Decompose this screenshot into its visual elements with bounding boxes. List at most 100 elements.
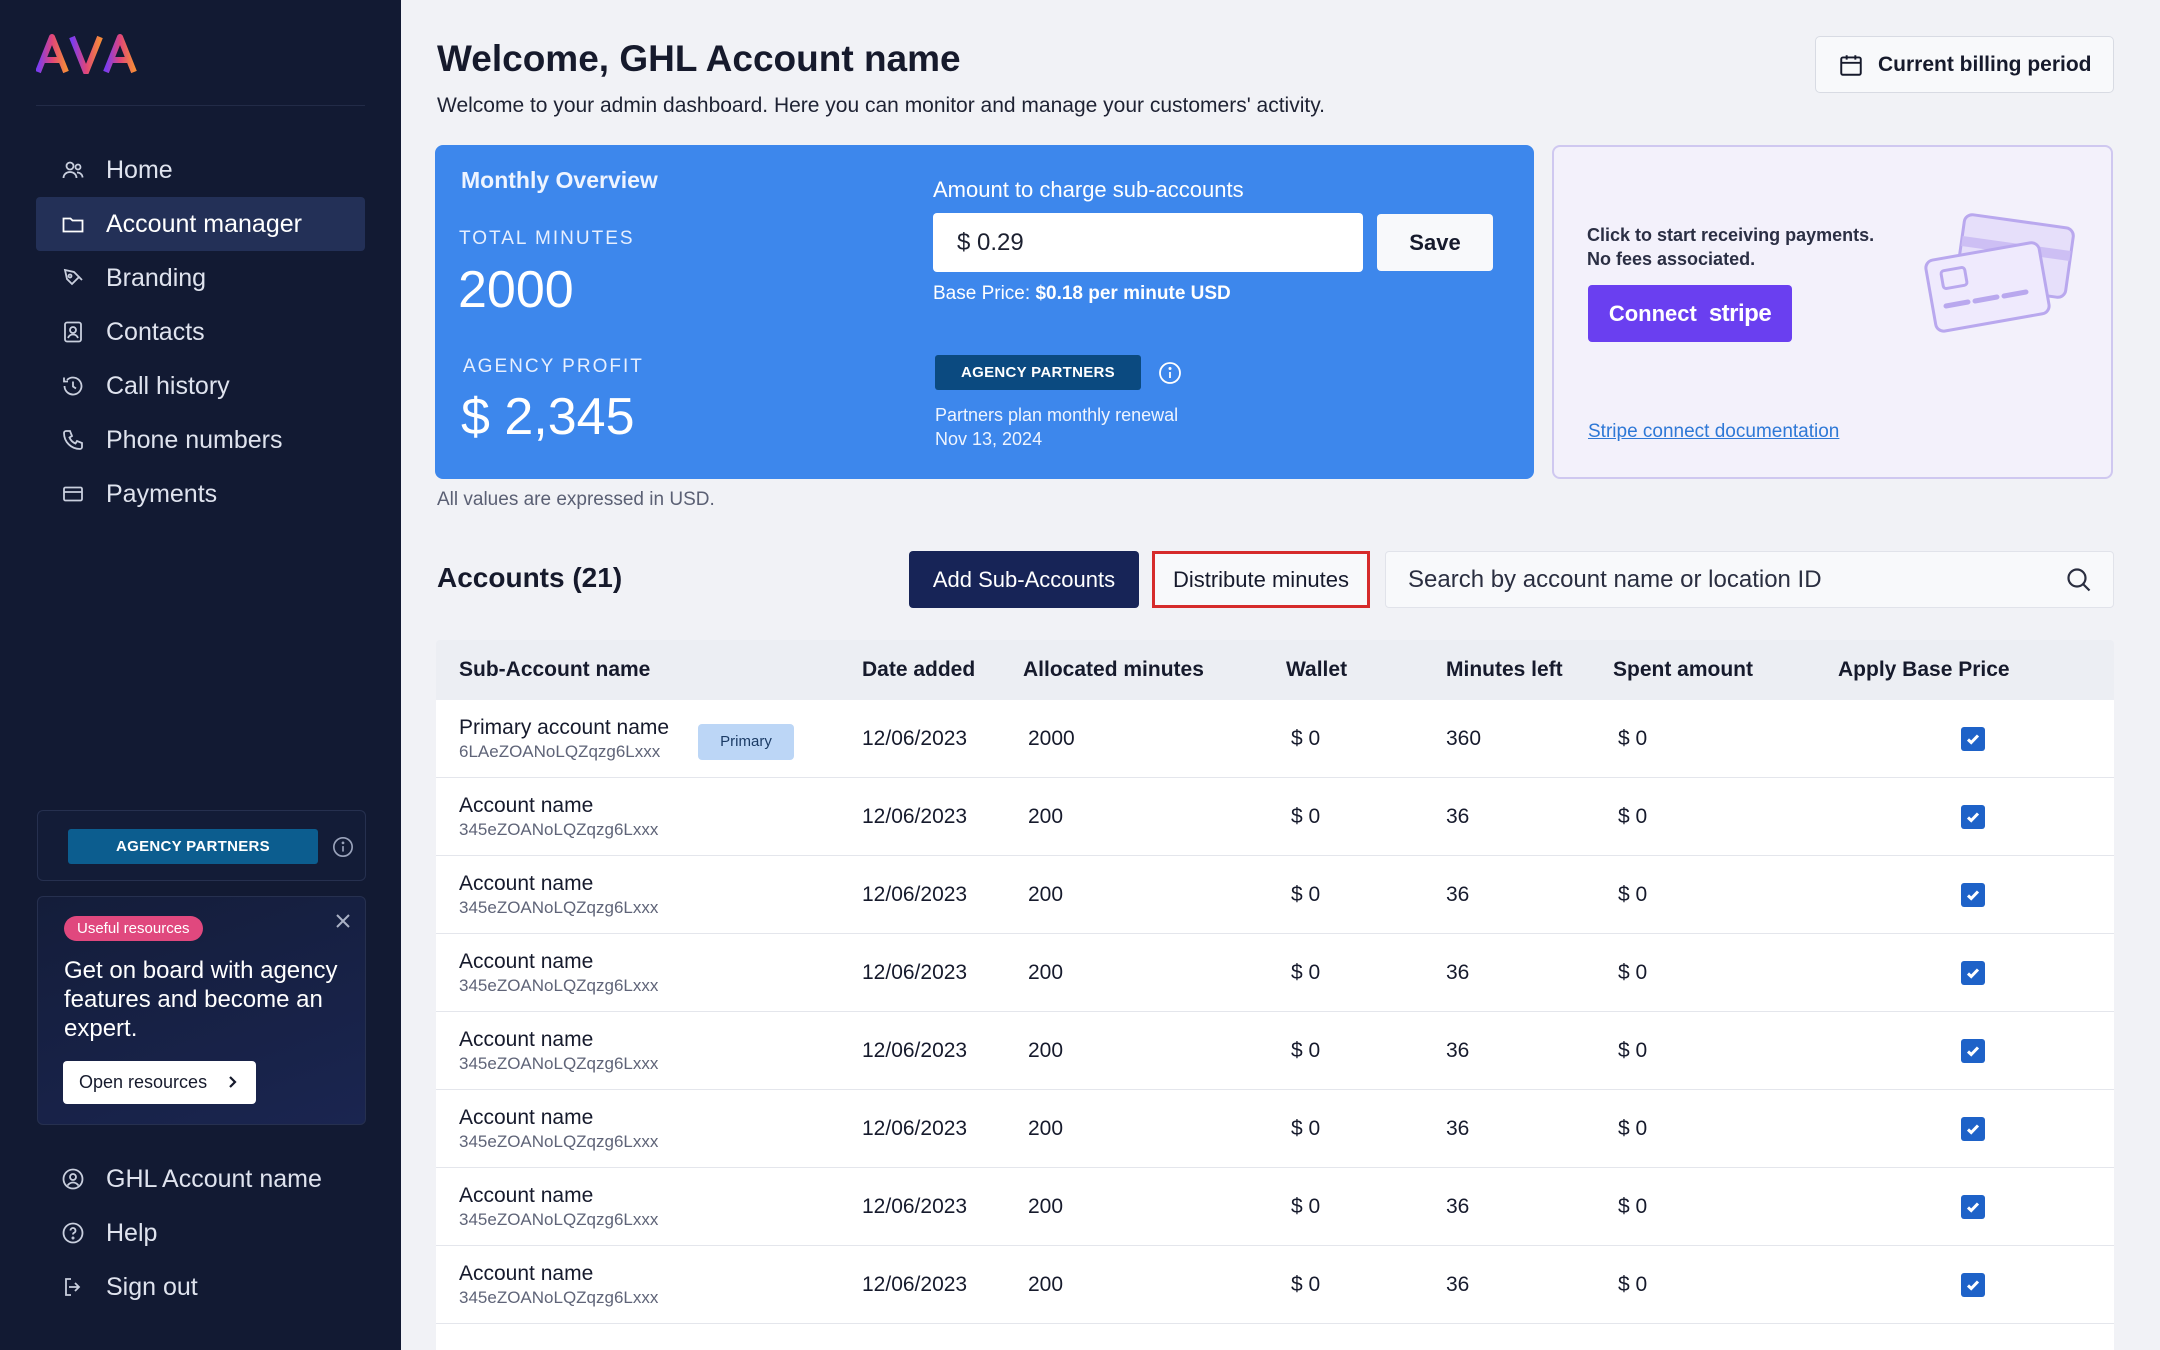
apply-base-price-checkbox[interactable] — [1961, 1272, 1985, 1297]
apply-base-price-checkbox[interactable] — [1961, 1116, 1985, 1141]
location-id: 6LAeZOANoLQZqzg6Lxxx — [459, 741, 661, 761]
allocated-minutes: 200 — [1028, 882, 1064, 906]
base-price-value: $0.18 per minute USD — [1035, 283, 1231, 304]
sub-account-cell: Account name 345eZOANoLQZqzg6Lxxx — [436, 950, 862, 996]
info-icon[interactable] — [332, 836, 354, 858]
sub-account-cell: Account name 345eZOANoLQZqzg6Lxxx — [436, 872, 862, 918]
apply-base-price-checkbox[interactable] — [1961, 1194, 1985, 1219]
account-name[interactable]: Primary account name — [459, 716, 862, 740]
apply-base-price-cell — [1838, 1038, 2108, 1063]
credit-cards-illustration — [1924, 213, 2075, 333]
connect-stripe-button[interactable]: Connect stripe — [1588, 285, 1792, 342]
column-header[interactable]: Minutes left — [1446, 658, 1613, 682]
location-id: 345eZOANoLQZqzg6Lxxx — [459, 1053, 659, 1073]
nav-label: Payments — [106, 479, 218, 508]
account-search — [1385, 551, 2114, 608]
allocated-minutes: 200 — [1028, 804, 1064, 828]
nav-label: Account manager — [106, 209, 302, 238]
spent-amount: $ 0 — [1618, 1038, 1648, 1062]
monthly-overview-card: Monthly Overview TOTAL MINUTES 2000 AGEN… — [435, 145, 1534, 479]
apply-base-price-checkbox[interactable] — [1961, 960, 1985, 985]
apply-base-price-checkbox[interactable] — [1961, 804, 1985, 829]
column-header[interactable]: Spent amount — [1613, 658, 1838, 682]
apply-base-price-checkbox[interactable] — [1961, 726, 1985, 751]
apply-base-price-checkbox[interactable] — [1961, 1038, 1985, 1063]
date-added: 12/06/2023 — [862, 726, 968, 750]
renewal-info: Partners plan monthly renewal Nov 13, 20… — [935, 403, 1178, 451]
column-header[interactable]: Apply Base Price — [1838, 658, 2108, 682]
table-row[interactable]: Account name 345eZOANoLQZqzg6Lxxx 12/06/20… — [436, 1168, 2114, 1246]
date-added: 12/06/2023 — [862, 882, 968, 906]
account-name[interactable]: Account name — [459, 872, 862, 896]
table-row[interactable]: Account name 345eZOANoLQZqzg6Lxxx 12/06/20… — [436, 1246, 2114, 1324]
nav-item-home[interactable]: Home — [36, 143, 365, 197]
add-sub-accounts-button[interactable]: Add Sub-Accounts — [909, 551, 1139, 608]
table-row[interactable]: Account name 345eZOANoLQZqzg6Lxxx 12/06/20… — [436, 934, 2114, 1012]
column-header[interactable]: Wallet — [1286, 658, 1446, 682]
help-icon — [60, 1220, 86, 1246]
table-row[interactable]: Primary account name 6LAeZOANoLQZqzg6Lxxx… — [436, 700, 2114, 778]
nav-item-account[interactable]: GHL Account name — [36, 1152, 365, 1206]
minutes-left: 36 — [1446, 1272, 1470, 1296]
table-row[interactable]: Account name 345eZOANoLQZqzg6Lxxx 12/06/20… — [436, 856, 2114, 934]
nav-item-phone-numbers[interactable]: Phone numbers — [36, 413, 365, 467]
account-name[interactable]: Account name — [459, 1262, 862, 1286]
search-input[interactable] — [1386, 552, 2046, 607]
close-icon[interactable] — [333, 911, 353, 931]
nav-item-payments[interactable]: Payments — [36, 467, 365, 521]
column-header[interactable]: Allocated minutes — [1023, 658, 1286, 682]
minutes-left: 36 — [1446, 804, 1470, 828]
minutes-left: 36 — [1446, 1116, 1470, 1140]
minutes-left: 360 — [1446, 726, 1482, 750]
table-row[interactable]: Account name 345eZOANoLQZqzg6Lxxx 12/06/20… — [436, 1090, 2114, 1168]
nav-item-contacts[interactable]: Contacts — [36, 305, 365, 359]
wallet: $ 0 — [1291, 1272, 1321, 1296]
agency-partners-badge: AGENCY PARTNERS — [68, 829, 318, 864]
nav-label: GHL Account name — [106, 1164, 322, 1193]
table-row[interactable]: Account name 345eZOANoLQZqzg6Lxxx 12/06/20… — [436, 778, 2114, 856]
apply-base-price-checkbox[interactable] — [1961, 882, 1985, 907]
column-header[interactable]: Date added — [862, 658, 1023, 682]
column-header[interactable]: Sub-Account name — [436, 658, 862, 682]
apply-base-price-cell — [1838, 960, 2108, 985]
account-name[interactable]: Account name — [459, 1028, 862, 1052]
date-added: 12/06/2023 — [862, 960, 968, 984]
save-button[interactable]: Save — [1377, 214, 1493, 271]
resources-text: Get on board with agency features and be… — [64, 957, 338, 1042]
ava-logo[interactable] — [36, 34, 140, 74]
table-row[interactable]: Account name — [436, 1324, 2114, 1350]
charge-amount-input[interactable] — [933, 213, 1363, 272]
sidebar: Home Account manager Branding Contacts C… — [0, 0, 401, 1350]
search-icon[interactable] — [2065, 566, 2093, 594]
stripe-logo: stripe — [1708, 299, 1772, 327]
account-name[interactable]: Account name — [459, 794, 862, 818]
account-name[interactable]: Account name — [459, 950, 862, 974]
nav-item-sign-out[interactable]: Sign out — [36, 1260, 365, 1314]
info-icon[interactable] — [1158, 361, 1182, 385]
location-id: 345eZOANoLQZqzg6Lxxx — [459, 897, 659, 917]
brush-icon — [60, 265, 86, 291]
account-name[interactable]: Account name — [459, 1106, 862, 1130]
nav-label: Branding — [106, 263, 207, 292]
date-added: 12/06/2023 — [862, 1194, 968, 1218]
nav-item-help[interactable]: Help — [36, 1206, 365, 1260]
apply-base-price-cell — [1838, 726, 2108, 751]
account-name[interactable]: Account name — [459, 1184, 862, 1208]
nav-item-call-history[interactable]: Call history — [36, 359, 365, 413]
stripe-docs-link[interactable]: Stripe connect documentation — [1588, 421, 1839, 443]
agency-profit-value: $ 2,345 — [461, 388, 635, 446]
table-row[interactable]: Account name 345eZOANoLQZqzg6Lxxx 12/06/20… — [436, 1012, 2114, 1090]
nav-item-account-manager[interactable]: Account manager — [36, 197, 365, 251]
nav-label: Home — [106, 155, 173, 184]
billing-period-button[interactable]: Current billing period — [1815, 36, 2114, 93]
distribute-minutes-button[interactable]: Distribute minutes — [1152, 551, 1370, 608]
history-icon — [60, 373, 86, 399]
open-resources-button[interactable]: Open resources — [63, 1061, 256, 1104]
charge-label: Amount to charge sub-accounts — [933, 177, 1244, 202]
check-icon — [1966, 1279, 1980, 1291]
stripe-description: Click to start receiving payments. No fe… — [1587, 223, 1874, 271]
spent-amount: $ 0 — [1618, 1194, 1648, 1218]
spent-amount: $ 0 — [1618, 882, 1648, 906]
apply-base-price-cell — [1838, 882, 2108, 907]
nav-item-branding[interactable]: Branding — [36, 251, 365, 305]
